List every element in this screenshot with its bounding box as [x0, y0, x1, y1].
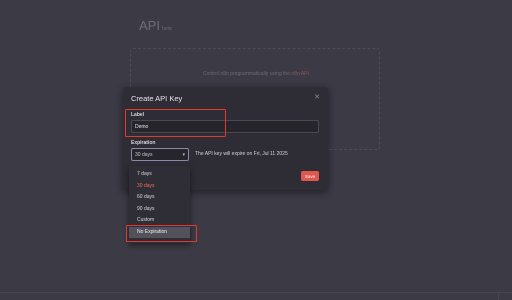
- save-button[interactable]: Save: [301, 171, 319, 181]
- page-corner-divider: [498, 292, 512, 300]
- page-title-badge: beta: [161, 26, 172, 32]
- api-docs-link[interactable]: n8n API: [291, 71, 309, 77]
- page-divider: [0, 292, 512, 293]
- chevron-down-icon: ▾: [182, 152, 185, 158]
- api-description-text: Control n8n programmatically using the: [203, 71, 290, 77]
- expiration-select-value: 30 days: [135, 152, 153, 158]
- page-title: API beta: [139, 18, 172, 33]
- label-input[interactable]: [131, 120, 319, 133]
- dropdown-option-60-days[interactable]: 60 days: [129, 192, 190, 204]
- dropdown-option-custom[interactable]: Custom: [129, 215, 190, 227]
- expiration-note: The API key will expire on Fri, Jul 11 2…: [195, 151, 288, 157]
- expiration-select[interactable]: 30 days ▾: [131, 148, 189, 161]
- expiration-dropdown: 7 days 30 days 60 days 90 days Custom No…: [129, 166, 190, 243]
- dropdown-option-30-days[interactable]: 30 days: [129, 181, 190, 193]
- page-title-text: API: [139, 18, 160, 33]
- dropdown-option-7-days[interactable]: 7 days: [129, 169, 190, 181]
- label-field-label: Label: [131, 112, 145, 118]
- expiration-field-label: Expiration: [131, 140, 156, 146]
- dropdown-option-90-days[interactable]: 90 days: [129, 204, 190, 216]
- dropdown-option-no-expiration[interactable]: No Expiration: [129, 226, 190, 238]
- modal-title: Create API Key: [131, 94, 183, 103]
- api-description: Control n8n programmatically using the n…: [203, 71, 309, 77]
- close-icon[interactable]: ✕: [314, 93, 320, 101]
